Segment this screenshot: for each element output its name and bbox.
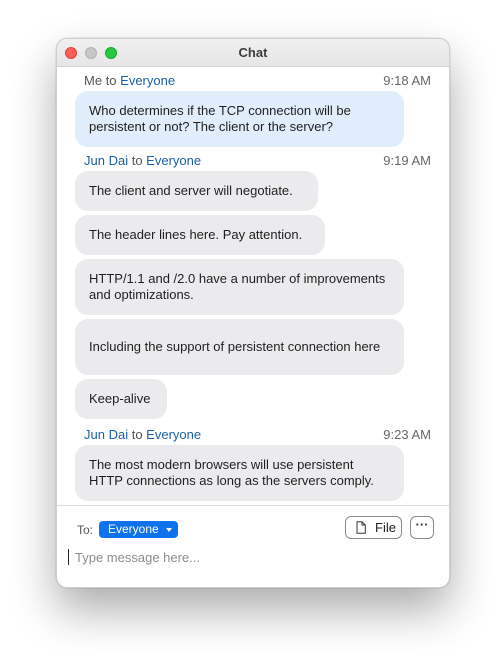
timestamp: 9:23 AM [383,427,431,442]
sender-name[interactable]: Jun Dai [84,153,128,168]
recipient-name: Everyone [146,153,202,168]
message-bubble[interactable]: Who determines if the TCP connection wil… [75,91,404,147]
timestamp: 9:19 AM [383,153,431,168]
to-label: to [131,153,143,168]
chat-window: Chat Me to Everyone 9:18 AM Who determin… [56,38,450,588]
timestamp: 9:18 AM [383,73,431,88]
sender-name[interactable]: Jun Dai [84,427,128,442]
to-label: to [105,73,117,88]
to-label: to [131,427,143,442]
window-title: Chat [238,45,268,60]
message-bubble[interactable]: Keep-alive [75,379,167,419]
message-header: Jun Dai to Everyone 9:23 AM [84,427,431,443]
message-bubble[interactable]: The header lines here. Pay attention. [75,215,325,255]
sender-name: Me [84,73,103,88]
composer: To: Everyone File ··· [57,505,449,587]
recipient-name: Everyone [120,73,176,88]
file-icon [356,521,366,534]
message-header: Jun Dai to Everyone 9:19 AM [84,153,431,169]
more-icon: ··· [415,517,429,532]
composer-to-label: To: [77,523,94,537]
message-input[interactable] [75,548,425,566]
file-button-label: File [375,520,396,535]
recipient-dropdown[interactable]: Everyone [99,521,178,538]
message-bubble[interactable]: Including the support of persistent conn… [75,319,404,375]
more-options-button[interactable]: ··· [410,516,434,539]
message-bubble[interactable]: The most modern browsers will use persis… [75,445,404,501]
message-header: Me to Everyone 9:18 AM [84,73,431,89]
titlebar: Chat [57,39,449,67]
recipient-name: Everyone [146,427,202,442]
text-cursor [68,549,69,565]
file-button[interactable]: File [345,516,402,539]
message-bubble[interactable]: HTTP/1.1 and /2.0 have a number of impro… [75,259,404,315]
message-list[interactable]: Me to Everyone 9:18 AM Who determines if… [57,67,449,505]
message-bubble[interactable]: The client and server will negotiate. [75,171,318,211]
recipient-dropdown-label: Everyone [108,522,159,536]
chevron-down-icon [165,528,172,532]
